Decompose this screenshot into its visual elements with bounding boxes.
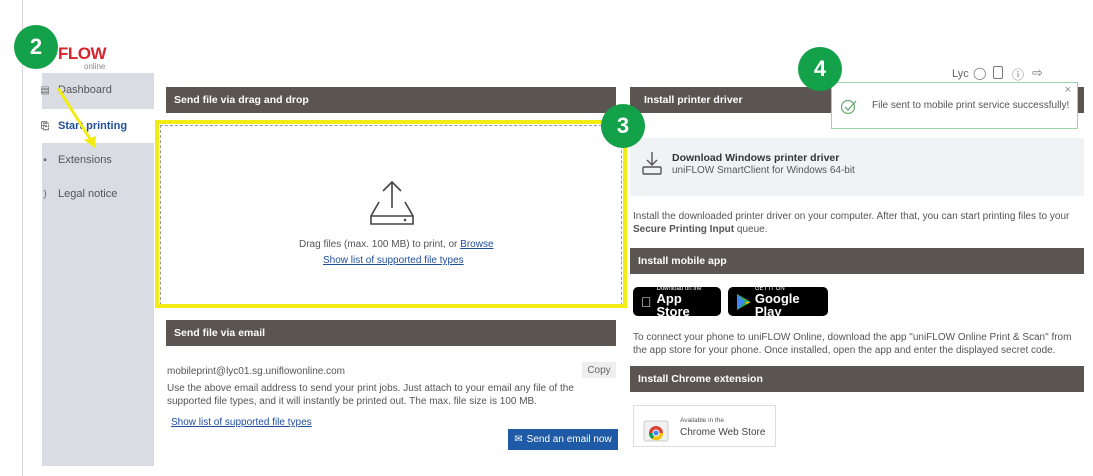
dashboard-icon: ▤ [40,84,50,96]
sidebar-item-legal-notice[interactable]: ) Legal notice [42,177,154,211]
help-icon[interactable]: ⓘ [1012,66,1024,83]
dragdrop-header: Send file via drag and drop [166,87,616,113]
sidebar-item-label: Extensions [58,154,112,166]
window-border [22,0,23,476]
google-play-button[interactable]: GET IT ON Google Play [728,286,828,319]
legal-icon: ) [43,188,47,200]
email-header: Send file via email [166,320,616,346]
driver-instruction-end: queue. [736,224,768,235]
google-play-icon [737,293,750,310]
device-icon[interactable] [993,66,1003,79]
sidebar-item-label: Legal notice [58,188,118,200]
app-store-button[interactable]:  Download on the App Store [633,286,721,318]
success-toast: File sent to mobile print service succes… [831,82,1078,129]
account-icon[interactable]: ◯ [973,66,986,80]
logout-icon[interactable]: ⇨ [1032,65,1043,81]
download-title[interactable]: Download Windows printer driver [672,152,839,164]
email-description: Use the above email address to send your… [167,383,574,407]
close-icon[interactable]: × [1065,84,1071,96]
google-play-big: Google Play [754,290,800,319]
email-supported-types-link[interactable]: Show list of supported file types [171,416,312,429]
mobile-app-header: Install mobile app [630,248,1084,274]
chrome-ext-header: Install Chrome extension [630,366,1084,392]
app-store-big: App Store [646,292,709,318]
chrome-small: Available in the [680,417,724,424]
download-subtitle: uniFLOW SmartClient for Windows 64-bit [672,165,855,176]
user-name[interactable]: Lyc [952,68,969,80]
send-email-label: Send an email now [526,434,612,445]
mobile-app-description: To connect your phone to uniFLOW Online,… [633,332,1072,356]
queue-name: Secure Printing Input [633,224,735,235]
printer-icon: ⎘ [41,120,49,132]
chrome-web-store-button[interactable]: Available in the Chrome Web Store [633,405,776,447]
chrome-icon [643,420,669,442]
chrome-big: Chrome Web Store [680,427,766,438]
step-badge-3: 3 [601,104,645,148]
step-badge-2: 2 [14,25,58,69]
check-icon [840,99,857,115]
mail-icon: ✉ [514,434,523,445]
email-address: mobileprint@lyc01.sg.uniflowonline.com [167,366,346,377]
logo-subtitle: online [84,62,106,71]
driver-instruction-text: Install the downloaded printer driver on… [633,211,1070,222]
driver-instruction: Install the downloaded printer driver on… [633,210,1088,236]
download-icon [642,152,662,175]
uniflow-logo: FLOW [58,44,107,63]
send-email-button[interactable]: ✉ Send an email now [508,429,618,450]
annotation-arrow [56,87,96,148]
toast-message: File sent to mobile print service succes… [872,100,1070,111]
copy-button[interactable]: Copy [582,362,616,378]
highlight-frame [155,120,627,308]
apple-icon:  [641,294,652,310]
step-badge-4: 4 [798,47,842,91]
extensions-icon: ▪ [43,154,47,166]
